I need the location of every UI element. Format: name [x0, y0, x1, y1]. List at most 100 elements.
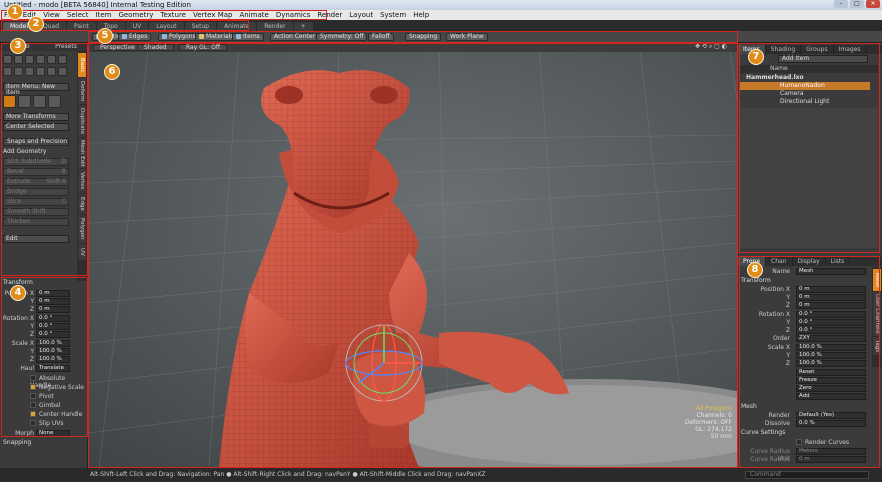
menu-layout[interactable]: Layout [349, 11, 373, 19]
sds-subdivide-button[interactable]: SDS Subdivide D [3, 158, 69, 166]
prop-position-y[interactable]: 0 m [796, 294, 866, 301]
snapping-button[interactable]: Snapping [405, 33, 442, 41]
snaps-precision-button[interactable]: Snaps and Precision [3, 138, 69, 146]
rotate-icon[interactable] [18, 95, 31, 108]
vtab-basic[interactable]: Basic [78, 53, 86, 77]
rotation-z-field[interactable]: 0.0 ° [36, 331, 70, 338]
pivot-checkbox[interactable]: Pivot [30, 393, 54, 400]
vtab-tags[interactable]: Tags [873, 337, 881, 355]
prop-scale-x[interactable]: 100.0 % [796, 344, 866, 351]
position-y-field[interactable]: 0 m [36, 298, 70, 305]
curve-radius-field[interactable]: 0 m [796, 456, 866, 463]
add-button[interactable]: Add [796, 393, 866, 400]
snapping-section[interactable]: Snapping [3, 439, 73, 447]
edges-button[interactable]: Edges [118, 33, 152, 41]
menu-render[interactable]: Render [317, 11, 342, 19]
command-input[interactable]: Command [745, 471, 869, 479]
tab-presets[interactable]: Presets [44, 43, 88, 51]
tab-render[interactable]: Render [257, 22, 293, 31]
prop-rotation-y[interactable]: 0.0 ° [796, 319, 866, 326]
menu-system[interactable]: System [380, 11, 406, 19]
sketch-icon[interactable] [58, 67, 67, 76]
render-dropdown[interactable]: Default (Yes) [796, 412, 866, 419]
dissolve-field[interactable]: 0.0 % [796, 420, 866, 427]
prop-rotation-x[interactable]: 0.0 ° [796, 311, 866, 318]
pen-icon[interactable] [58, 55, 67, 64]
vtab-duplicate[interactable]: Duplicate [78, 105, 86, 137]
menu-animate[interactable]: Animate [239, 11, 268, 19]
prop-scale-y[interactable]: 100.0 % [796, 352, 866, 359]
bevel-button[interactable]: Bevel B [3, 168, 69, 176]
ellipsoid-icon[interactable] [36, 67, 45, 76]
minimize-button[interactable]: – [834, 0, 848, 8]
menu-select[interactable]: Select [67, 11, 89, 19]
smooth-shift-button[interactable]: Smooth Shift [3, 208, 69, 216]
scale-icon[interactable] [33, 95, 46, 108]
vtab-polygon[interactable]: Polygon [78, 215, 86, 243]
viewport-nav-icons[interactable]: ✥ ⟲ ⌕ ▢ ◐ [689, 44, 733, 51]
tab-paint[interactable]: Paint [67, 22, 96, 31]
tab-uv[interactable]: UV [125, 22, 149, 31]
extrude-button[interactable]: Extrude Shift-X [3, 178, 69, 186]
add-item-dropdown[interactable]: Add Item [778, 55, 868, 63]
item-mesh-humanonadon[interactable]: HumanoNadon [740, 82, 870, 90]
mesh-section[interactable]: Mesh [741, 403, 811, 411]
cube-icon[interactable] [3, 55, 12, 64]
tab-groups[interactable]: Groups [801, 45, 834, 54]
close-button[interactable]: ✕ [866, 0, 880, 8]
item-camera[interactable]: Camera [740, 90, 870, 98]
action-center-dropdown[interactable]: Action Center [270, 33, 319, 41]
negative-scale-checkbox[interactable]: Negative Scale [30, 384, 84, 391]
add-geometry-section[interactable]: Add Geometry [3, 148, 73, 156]
position-x-field[interactable]: 0 m [36, 290, 70, 297]
cylinder-icon[interactable] [14, 55, 23, 64]
slice-button[interactable]: Slice C [3, 198, 69, 206]
maximize-button[interactable]: □ [850, 0, 864, 8]
position-z-field[interactable]: 0 m [36, 306, 70, 313]
tube-icon[interactable] [25, 67, 34, 76]
tab-add[interactable]: + [293, 22, 313, 31]
scale-x-field[interactable]: 100.0 % [36, 340, 70, 347]
tab-display[interactable]: Display [793, 257, 826, 266]
thicken-button[interactable]: Thicken [3, 218, 69, 226]
vtab-uv[interactable]: UV [78, 244, 86, 260]
item-directional-light[interactable]: Directional Light [740, 98, 870, 106]
work-plane-dropdown[interactable]: Work Plane [446, 33, 488, 41]
render-curves-checkbox[interactable]: Render Curves [796, 439, 849, 446]
falloff-dropdown[interactable]: Falloff [368, 33, 394, 41]
rotation-y-field[interactable]: 0.0 ° [36, 323, 70, 330]
cone-icon[interactable] [36, 55, 45, 64]
vtab-user-channels[interactable]: User Channels [873, 292, 881, 336]
item-menu-dropdown[interactable]: Item Menu: New Item [3, 83, 69, 96]
order-dropdown[interactable]: ZXY [796, 335, 866, 342]
curve-settings-section[interactable]: Curve Settings [741, 429, 811, 437]
slip-uvs-checkbox[interactable]: Slip UVs [30, 420, 63, 427]
tab-channels[interactable]: Chan [766, 257, 793, 266]
freeze-button[interactable]: Freeze [796, 377, 866, 384]
vtab-mesh[interactable]: Mesh [873, 269, 881, 291]
vtab-deform[interactable]: Deform [78, 78, 86, 104]
name-field[interactable]: Mesh [796, 268, 866, 275]
vtab-edge[interactable]: Edge [78, 194, 86, 214]
menu-view[interactable]: View [43, 11, 60, 19]
item-scene-root[interactable]: Hammerhead.lxo [740, 74, 870, 82]
menu-vertex-map[interactable]: Vertex Map [193, 11, 233, 19]
scale-z-field[interactable]: 100.0 % [36, 356, 70, 363]
vtab-mesh-edit[interactable]: Mesh Edit [78, 138, 86, 168]
vtab-vertex[interactable]: Vertex [78, 169, 86, 193]
menu-dynamics[interactable]: Dynamics [276, 11, 311, 19]
tab-images[interactable]: Images [834, 45, 867, 54]
capsule-icon[interactable] [47, 55, 56, 64]
center-selected-dropdown[interactable]: Center Selected [3, 123, 69, 131]
gimbal-checkbox[interactable]: Gimbal [30, 402, 60, 409]
3d-viewport[interactable]: Perspective Shaded Ray GL: Off ✥ ⟲ ⌕ ▢ ◐ [89, 43, 738, 468]
torus-icon[interactable] [3, 67, 12, 76]
disc-icon[interactable] [14, 67, 23, 76]
curve-radius-unit-dropdown[interactable]: Meters [796, 448, 866, 455]
prop-position-x[interactable]: 0 m [796, 286, 866, 293]
menu-item[interactable]: Item [96, 11, 112, 19]
move-icon[interactable] [3, 95, 16, 108]
tab-animate[interactable]: Animate [217, 22, 257, 31]
menu-help[interactable]: Help [413, 11, 429, 19]
prop-position-z[interactable]: 0 m [796, 302, 866, 309]
